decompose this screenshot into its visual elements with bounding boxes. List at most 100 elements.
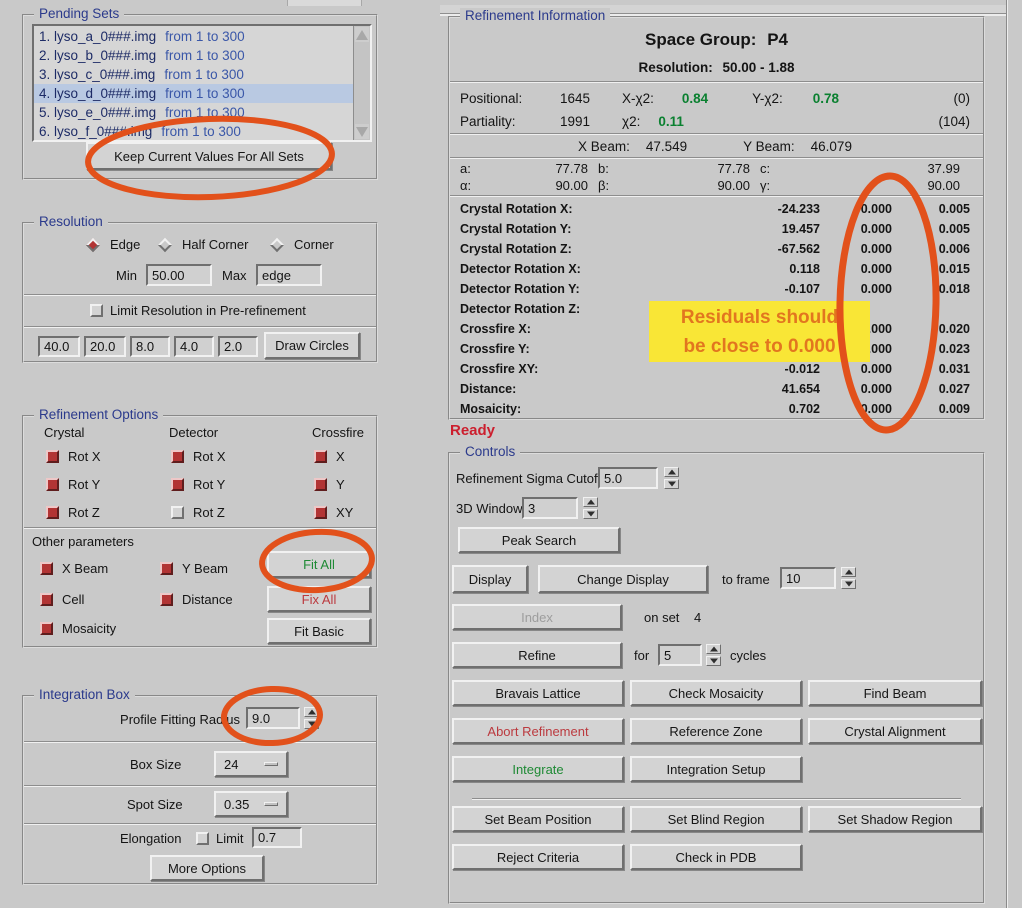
file-name: 3. lyso_c_0###.img [39, 67, 155, 82]
reject-criteria-button[interactable]: Reject Criteria [452, 844, 624, 870]
x-beam-checkbox[interactable] [40, 562, 53, 575]
limit-resolution-label: Limit Resolution in Pre-refinement [110, 303, 306, 318]
display-button[interactable]: Display [452, 565, 528, 593]
cell-label: Cell [62, 592, 84, 607]
cell-gamma-value: 90.00 [784, 178, 960, 193]
detector-rot-z-checkbox[interactable] [171, 506, 184, 519]
profile-radius-spinner[interactable] [304, 707, 319, 729]
corner-radio[interactable] [270, 238, 284, 252]
integration-setup-button[interactable]: Integration Setup [630, 756, 802, 782]
resolution-line: Resolution: 50.00 - 1.88 [450, 60, 983, 75]
fit-all-button[interactable]: Fit All [267, 551, 371, 578]
pending-sets-list[interactable]: 1. lyso_a_0###.imgfrom 1 to 300 2. lyso_… [32, 24, 372, 142]
integrate-button[interactable]: Integrate [452, 756, 624, 782]
positional-count: 1645 [544, 91, 590, 106]
more-options-button[interactable]: More Options [150, 855, 264, 881]
spin-up-icon[interactable] [583, 497, 598, 507]
to-frame-input[interactable] [780, 567, 836, 589]
3d-window-input[interactable] [522, 497, 578, 519]
crystal-rot-z-label: Rot Z [68, 505, 100, 520]
set-shadow-region-button[interactable]: Set Shadow Region [808, 806, 982, 832]
limit-resolution-checkbox[interactable] [90, 304, 103, 317]
spin-up-icon[interactable] [664, 467, 679, 477]
fix-all-button[interactable]: Fix All [267, 586, 371, 612]
sigma-cutoff-input[interactable] [598, 467, 658, 489]
resolution-title: Resolution [34, 214, 108, 229]
param-sigma: 0.015 [892, 262, 970, 276]
reference-zone-button[interactable]: Reference Zone [630, 718, 802, 744]
min-resolution-input[interactable] [146, 264, 212, 286]
cell-checkbox[interactable] [40, 593, 53, 606]
set-beam-position-button[interactable]: Set Beam Position [452, 806, 624, 832]
spot-size-dropdown[interactable]: 0.35 [214, 791, 288, 817]
scroll-up-icon[interactable] [355, 27, 369, 42]
peak-search-button[interactable]: Peak Search [458, 527, 620, 553]
refinement-information-title: Refinement Information [460, 8, 610, 23]
check-in-pdb-button[interactable]: Check in PDB [630, 844, 802, 870]
circle-1-input[interactable] [38, 336, 80, 357]
spin-down-icon[interactable] [583, 509, 598, 519]
crystal-rot-x-checkbox[interactable] [46, 450, 59, 463]
circle-5-input[interactable] [218, 336, 258, 357]
draw-circles-button[interactable]: Draw Circles [264, 332, 360, 359]
crystal-rot-y-checkbox[interactable] [46, 478, 59, 491]
edge-radio[interactable] [86, 238, 100, 252]
cell-alpha-value: 90.00 [488, 178, 588, 193]
cycles-input[interactable] [658, 644, 702, 666]
spin-down-icon[interactable] [664, 479, 679, 489]
list-item[interactable]: 2. lyso_b_0###.imgfrom 1 to 300 [34, 46, 353, 65]
change-display-button[interactable]: Change Display [538, 565, 708, 593]
param-sigma: 0.005 [892, 222, 970, 236]
find-beam-button[interactable]: Find Beam [808, 680, 982, 706]
crossfire-x-checkbox[interactable] [314, 450, 327, 463]
box-size-dropdown[interactable]: 24 [214, 751, 288, 777]
fit-basic-button[interactable]: Fit Basic [267, 618, 371, 644]
detector-rot-x-checkbox[interactable] [171, 450, 184, 463]
spin-up-icon[interactable] [841, 567, 856, 577]
param-sigma: 0.020 [892, 322, 970, 336]
list-scrollbar[interactable] [353, 26, 370, 140]
crossfire-y-checkbox[interactable] [314, 478, 327, 491]
half-corner-radio[interactable] [158, 238, 172, 252]
list-item[interactable]: 6. lyso_f_0###.imgfrom 1 to 300 [34, 122, 353, 140]
index-button[interactable]: Index [452, 604, 622, 630]
list-item[interactable]: 5. lyso_e_0###.imgfrom 1 to 300 [34, 103, 353, 122]
detector-rot-y-checkbox[interactable] [171, 478, 184, 491]
circle-2-input[interactable] [84, 336, 126, 357]
list-item[interactable]: 3. lyso_c_0###.imgfrom 1 to 300 [34, 65, 353, 84]
to-frame-spinner[interactable] [841, 567, 856, 589]
scroll-down-icon[interactable] [355, 124, 369, 139]
keep-current-values-button[interactable]: Keep Current Values For All Sets [86, 142, 332, 170]
crystal-rot-z-checkbox[interactable] [46, 506, 59, 519]
set-blind-region-button[interactable]: Set Blind Region [630, 806, 802, 832]
circle-4-input[interactable] [174, 336, 214, 357]
cycles-spinner[interactable] [706, 644, 721, 666]
abort-refinement-button[interactable]: Abort Refinement [452, 718, 624, 744]
y-beam-checkbox[interactable] [160, 562, 173, 575]
spin-down-icon[interactable] [304, 719, 319, 729]
spin-down-icon[interactable] [841, 579, 856, 589]
elongation-limit-input[interactable] [252, 827, 302, 848]
elongation-checkbox[interactable] [196, 832, 209, 845]
sigma-cutoff-spinner[interactable] [664, 467, 679, 489]
status-ready: Ready [450, 422, 495, 439]
mosaicity-checkbox[interactable] [40, 622, 53, 635]
refine-button[interactable]: Refine [452, 642, 622, 668]
bravais-lattice-button[interactable]: Bravais Lattice [452, 680, 624, 706]
check-mosaicity-button[interactable]: Check Mosaicity [630, 680, 802, 706]
circle-3-input[interactable] [130, 336, 170, 357]
profile-fitting-radius-input[interactable] [246, 707, 300, 729]
spin-up-icon[interactable] [706, 644, 721, 654]
param-row: Detector Rotation X:0.1180.0000.015 [460, 259, 970, 279]
max-resolution-input[interactable] [256, 264, 322, 286]
param-value: 0.702 [712, 402, 820, 416]
3d-window-spinner[interactable] [583, 497, 598, 519]
list-item[interactable]: 1. lyso_a_0###.imgfrom 1 to 300 [34, 27, 353, 46]
list-item-selected[interactable]: 4. lyso_d_0###.imgfrom 1 to 300 [34, 84, 353, 103]
spin-up-icon[interactable] [304, 707, 319, 717]
crystal-alignment-button[interactable]: Crystal Alignment [808, 718, 982, 744]
crossfire-xy-checkbox[interactable] [314, 506, 327, 519]
controls-group: Controls Refinement Sigma Cutoff 3D Wind… [448, 452, 985, 904]
distance-checkbox[interactable] [160, 593, 173, 606]
spin-down-icon[interactable] [706, 656, 721, 666]
